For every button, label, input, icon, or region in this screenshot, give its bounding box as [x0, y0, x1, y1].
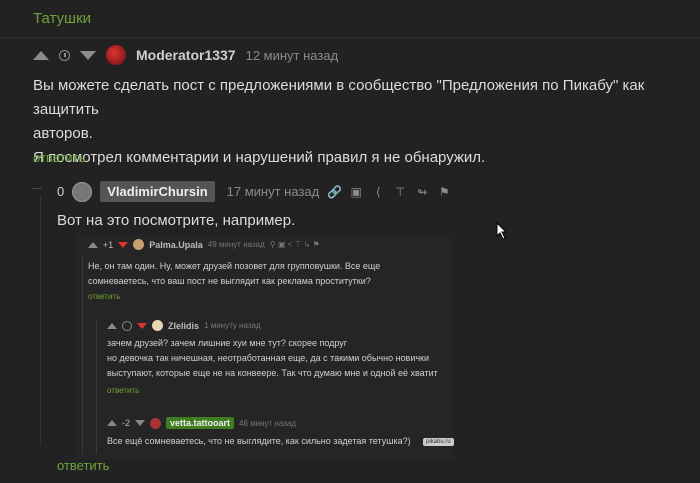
- downvote-icon: [137, 322, 147, 329]
- rating-value: +1: [103, 239, 114, 250]
- comment-author: vetta.tattooart: [166, 417, 235, 429]
- reply-link: ответить: [107, 386, 140, 395]
- comment-line: Я посмотрел комментарии и нарушений прав…: [33, 149, 486, 166]
- comment-line: но девочка так ничешная, неотработанная …: [107, 353, 430, 363]
- toolbar-icons: ⚲ ▣ < ⊤ ↳ ⚑: [269, 240, 320, 249]
- embedded-screenshot: +1 Palma.Upala 49 минут назад ⚲ ▣ < ⊤ ↳ …: [76, 234, 454, 460]
- report-flag-icon[interactable]: ⚑: [437, 185, 451, 199]
- reply-link[interactable]: ответить: [33, 150, 85, 165]
- comment-line: авторов.: [33, 125, 93, 142]
- upvote-icon: [107, 322, 117, 329]
- shot-comment1-body: Не, он там один. Ну, может друзей позове…: [88, 259, 380, 289]
- avatar: [152, 320, 163, 331]
- avatar[interactable]: [72, 181, 93, 202]
- reply-link[interactable]: ответить: [57, 458, 109, 473]
- upvote-icon: [88, 241, 98, 248]
- save-icon[interactable]: ▣: [349, 185, 363, 199]
- mouse-cursor-icon: [496, 222, 508, 240]
- shot-comment2-header: Zlelidis 1 минуту назад: [107, 320, 261, 331]
- share-icon[interactable]: ⟨: [371, 185, 385, 199]
- flag-small-icon[interactable]: ↬: [415, 185, 429, 199]
- upvote-icon: [107, 420, 117, 426]
- comment-line: Вы можете сделать пост с предложениями в…: [33, 77, 645, 118]
- shot-comment2-body: зачем друзей? зачем лишние хуи мне тут? …: [107, 336, 438, 381]
- comment-author[interactable]: VladimirChursin: [100, 181, 215, 202]
- separator: [0, 37, 700, 38]
- thread-line[interactable]: [40, 196, 41, 446]
- collapse-line[interactable]: [32, 188, 42, 189]
- comment-line: зачем друзей? зачем лишние хуи мне тут? …: [107, 338, 348, 348]
- comment-author: Zlelidis: [168, 320, 200, 331]
- link-icon[interactable]: 🔗: [327, 185, 342, 199]
- comment-line: выступают, которые еще не на конвеере. Т…: [107, 368, 438, 378]
- avatar: [150, 417, 162, 429]
- community-tag-link[interactable]: Татушки: [33, 10, 91, 27]
- shot-comment3-header: -2 vetta.tattooart 46 минут назад: [107, 417, 296, 429]
- comment-time[interactable]: 12 минут назад: [246, 48, 339, 63]
- comment-time: 46 минут назад: [239, 418, 296, 428]
- pin-icon[interactable]: ⊤: [393, 185, 407, 199]
- avatar[interactable]: [106, 45, 126, 65]
- downvote-icon: [135, 420, 146, 426]
- rating-value: -2: [122, 418, 131, 428]
- comment-line: Не, он там один. Ну, может друзей позове…: [88, 261, 381, 271]
- upvote-icon[interactable]: [33, 50, 49, 60]
- downvote-icon: [118, 241, 129, 248]
- clock-icon[interactable]: [59, 49, 70, 61]
- rating-value: 0: [57, 184, 65, 199]
- comment1-header: Moderator1337 12 минут назад: [33, 45, 338, 65]
- shot-comment3-body: Все ещё сомневаетесь, что не выглядите, …: [107, 436, 411, 446]
- downvote-icon[interactable]: [80, 50, 96, 60]
- shot-comment1-header: +1 Palma.Upala 49 минут назад ⚲ ▣ < ⊤ ↳ …: [88, 239, 320, 250]
- comment2-text: Вот на это посмотрите, например.: [57, 212, 296, 229]
- comment2-header: 0 VladimirChursin 17 минут назад 🔗 ▣ ⟨ ⊤…: [57, 181, 451, 202]
- comment-time[interactable]: 17 минут назад: [227, 184, 320, 199]
- thread-line: [82, 254, 83, 454]
- comment-line: сомневаетесь, что ваш пост не выглядит к…: [88, 276, 371, 286]
- comment1-body: Вы можете сделать пост с предложениями в…: [33, 74, 683, 170]
- comment-author[interactable]: Moderator1337: [136, 47, 236, 63]
- avatar: [133, 239, 145, 250]
- clock-icon: [122, 320, 132, 331]
- reply-link: ответить: [88, 292, 121, 301]
- watermark: pikabu.ru: [423, 438, 454, 446]
- thread-line: [96, 319, 97, 454]
- comment-time: 1 минуту назад: [204, 321, 261, 330]
- comment-time: 49 минут назад: [207, 240, 265, 249]
- comment-author: Palma.Upala: [149, 239, 203, 250]
